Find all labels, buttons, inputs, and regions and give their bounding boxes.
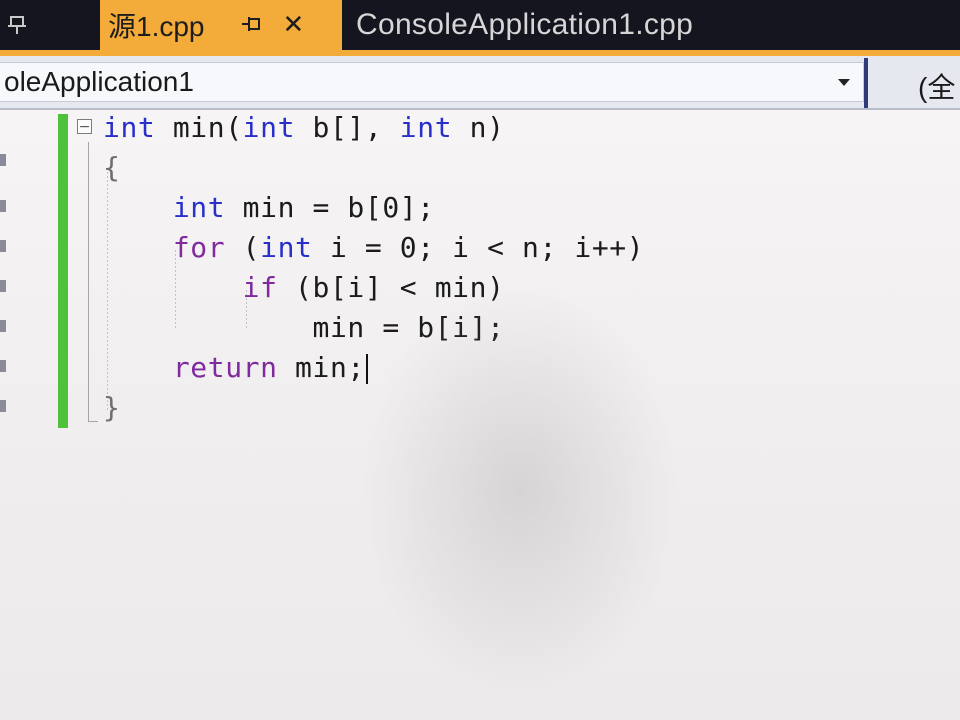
code-line[interactable]: if (b[i] < min) [103,268,505,308]
tab-consoleapplication1-cpp[interactable]: ConsoleApplication1.cpp [342,0,693,50]
navigation-bar: oleApplication1 (全 [0,56,960,110]
scope-dropdown[interactable]: (全 [918,66,955,106]
code-keyword: int [399,111,453,144]
code-text: ( [225,231,261,264]
code-keyword: int [242,111,296,144]
pin-glyph-icon [8,16,26,34]
code-text: min( [155,111,243,144]
code-line[interactable]: int min = b[0]; [103,188,435,228]
code-keyword: { [103,151,121,184]
code-text: n) [452,111,505,144]
pin-tab-icon[interactable] [241,13,263,37]
code-line[interactable]: { [103,148,120,188]
code-text: min = b[0]; [225,191,435,224]
line-number-marker [0,280,6,292]
navbar-divider [864,58,868,108]
code-text: min; [277,351,365,384]
text-cursor [365,354,368,384]
line-number-marker [0,200,6,212]
pin-icon[interactable] [0,0,100,50]
chevron-down-icon[interactable] [832,70,856,94]
code-keyword: } [103,391,121,424]
collapse-icon[interactable]: − [77,119,92,134]
tab-source1-cpp[interactable]: 源1.cpp ✕ [100,0,342,50]
code-text: min = b[i]; [103,311,505,344]
code-line[interactable]: return min; [103,348,368,388]
line-number-marker [0,154,6,166]
code-keyword: int [260,231,313,264]
line-number-marker [0,360,6,372]
line-number-marker [0,400,6,412]
close-tab-icon[interactable]: ✕ [283,10,305,40]
code-keyword: for [172,231,226,264]
code-text: b[], [295,111,400,144]
code-keyword: if [242,271,278,304]
code-line[interactable]: } [103,388,120,428]
outline-bracket-end [88,421,98,422]
code-line[interactable]: int min(int b[], int n) [103,108,505,148]
code-text: (b[i] < min) [277,271,505,304]
line-number-marker [0,240,6,252]
code-keyword: return [172,351,278,384]
document-tab-bar: 源1.cpp ✕ ConsoleApplication1.cpp [0,0,960,50]
line-number-marker [0,320,6,332]
tab-label: ConsoleApplication1.cpp [356,8,694,41]
code-line[interactable]: min = b[i]; [103,308,505,348]
tab-label: 源1.cpp [108,11,205,42]
project-name: oleApplication1 [4,66,194,97]
code-keyword: int [103,111,156,144]
change-tracking-bar [58,114,68,428]
code-editor[interactable]: − int min(int b[], int n){ int min = b[0… [0,110,960,720]
outline-bracket-line [88,142,89,422]
code-keyword: int [172,191,226,224]
code-line[interactable]: for (int i = 0; i < n; i++) [103,228,644,268]
project-dropdown[interactable]: oleApplication1 [0,62,864,102]
code-text: i = 0; i < n; i++) [312,231,645,264]
